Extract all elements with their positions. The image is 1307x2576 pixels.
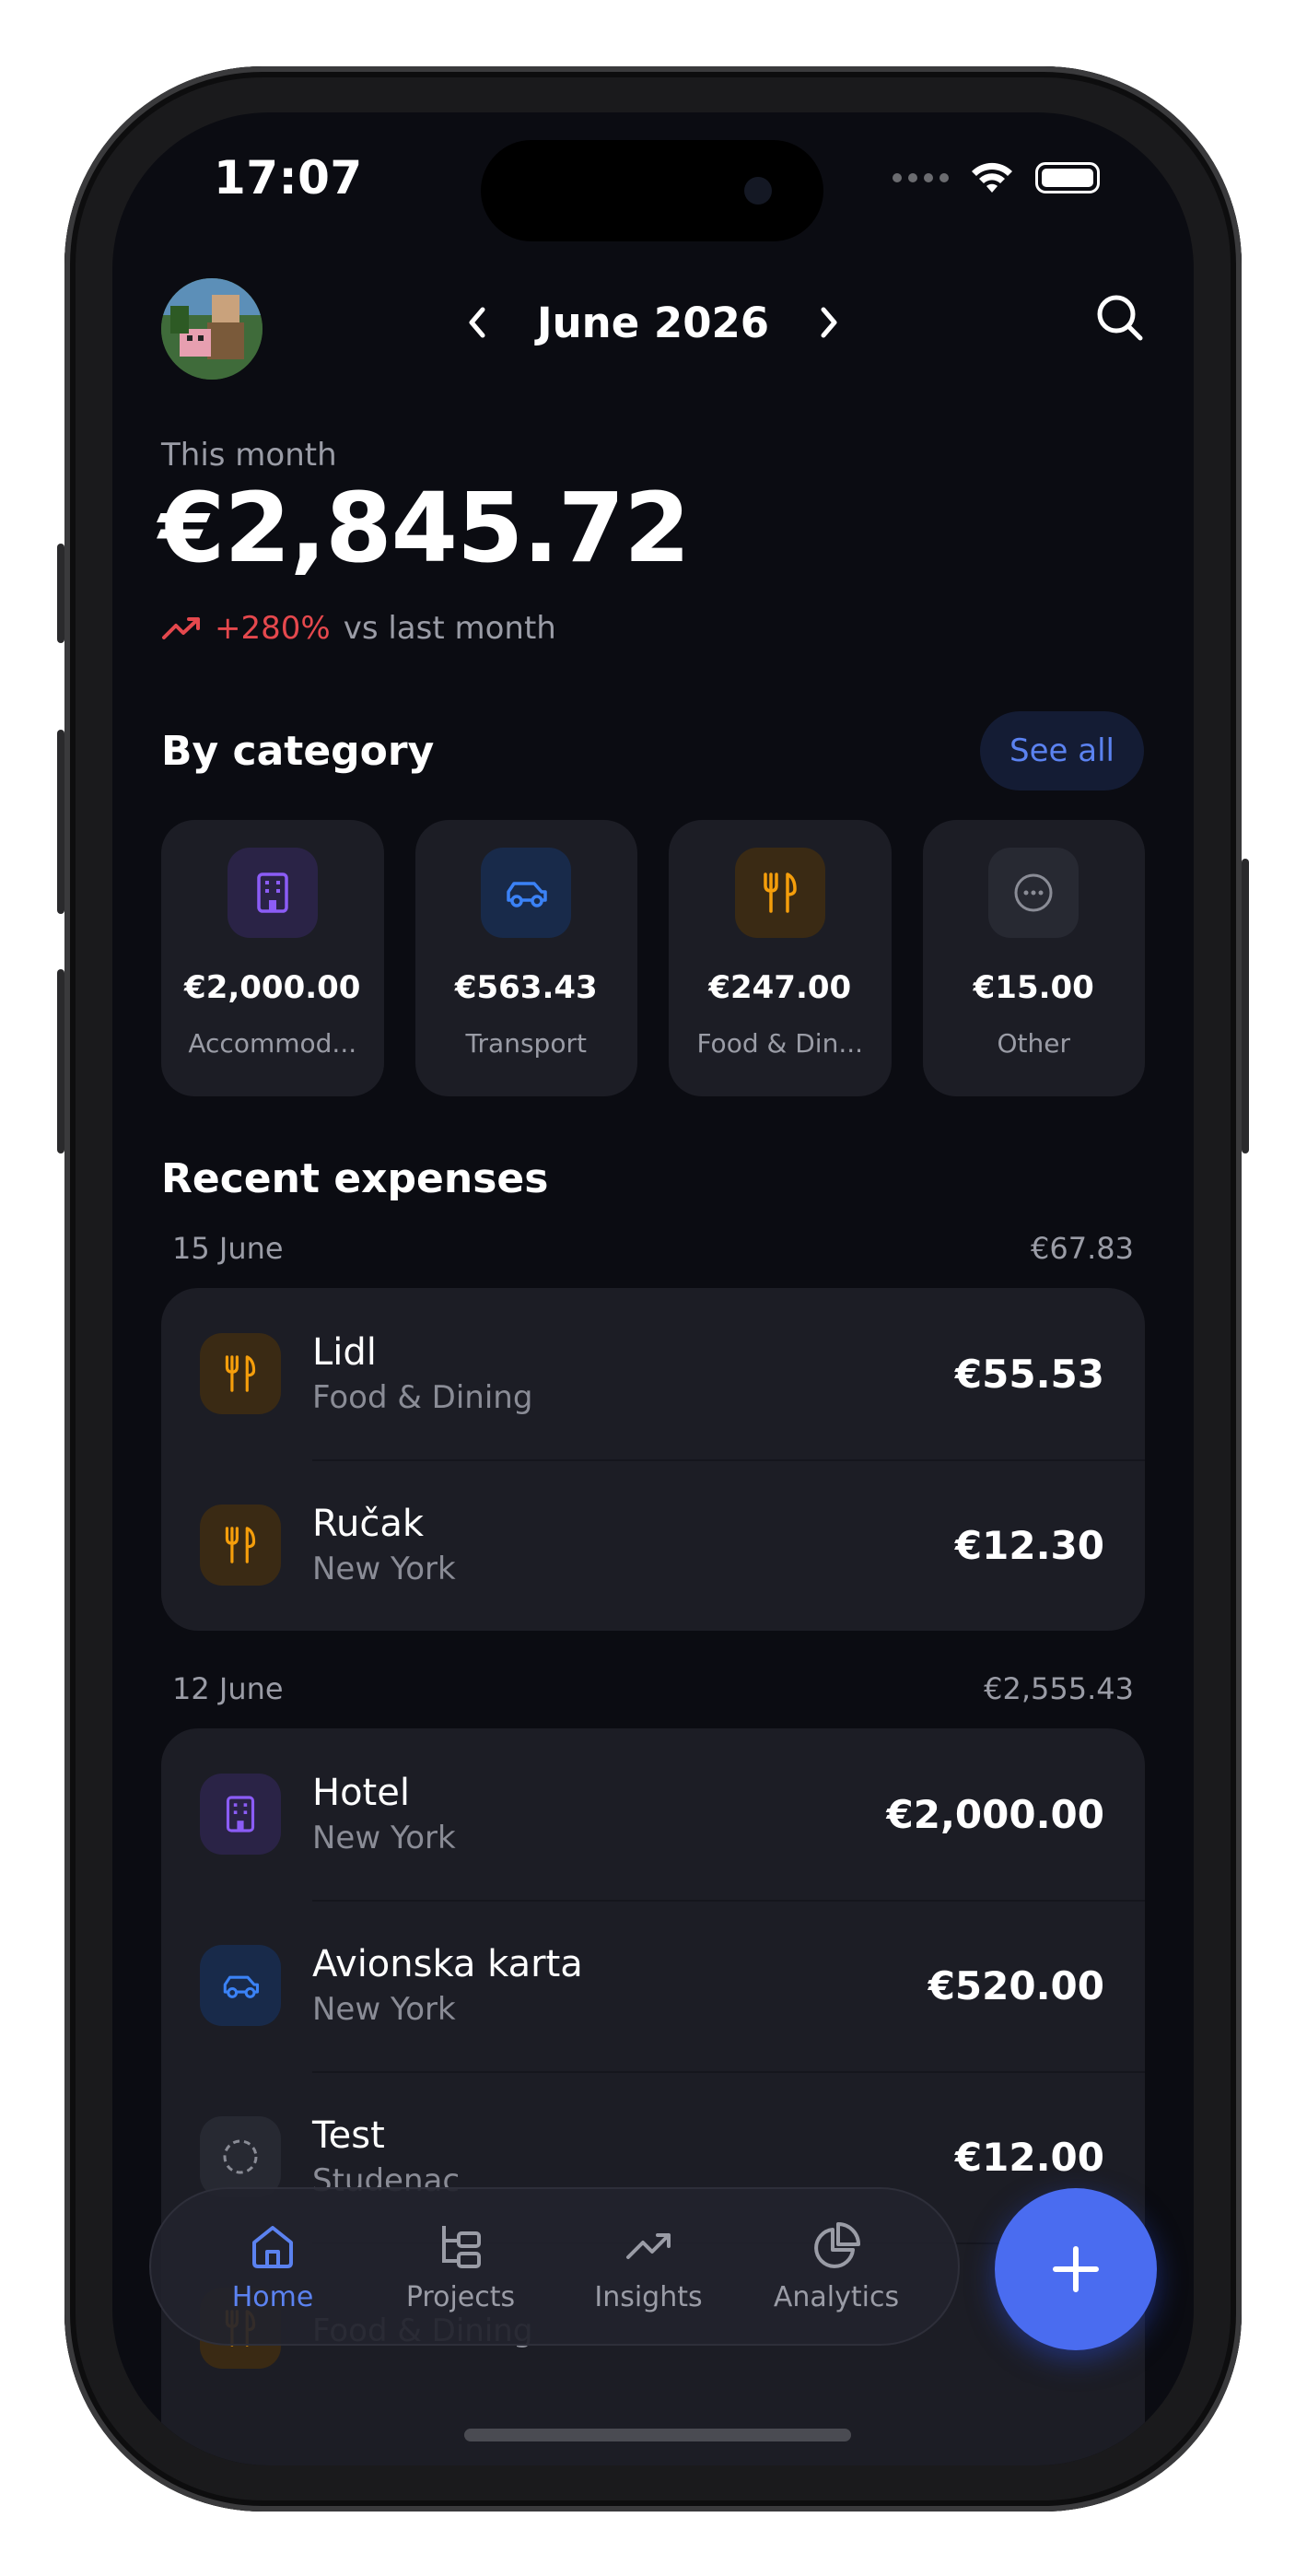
expense-amount: €520.00 — [928, 1962, 1104, 2008]
expense-title: Ručak — [312, 1503, 425, 1545]
dashed-circle-icon — [200, 2116, 281, 2197]
expense-amount: €55.53 — [954, 1351, 1104, 1397]
trending-up-icon — [162, 617, 200, 639]
battery-icon — [1035, 162, 1100, 193]
category-amount: €247.00 — [708, 969, 852, 1006]
category-label: Other — [997, 1028, 1070, 1059]
category-amount: €563.43 — [454, 969, 598, 1006]
recent-section-title: Recent expenses — [161, 1155, 549, 1202]
volume-down-button — [57, 969, 64, 1153]
trend-percent: +280% — [215, 610, 331, 647]
power-button — [1242, 859, 1249, 1153]
expense-amount: €2,000.00 — [886, 1791, 1104, 1837]
expense-subtitle: New York — [312, 1820, 456, 1856]
see-all-button[interactable]: See all — [980, 711, 1144, 790]
plus-icon — [1053, 2246, 1099, 2292]
category-card-transport[interactable]: €563.43 Transport — [414, 820, 637, 1096]
expense-title: Avionska karta — [312, 1943, 583, 1985]
search-button[interactable] — [1094, 292, 1146, 344]
category-card-food[interactable]: €247.00 Food & Din... — [669, 820, 892, 1096]
status-time: 17:07 — [214, 151, 363, 205]
tab-label: Insights — [594, 2280, 703, 2313]
fork-knife-icon — [200, 1505, 281, 1586]
status-icons — [893, 160, 1100, 195]
building-icon — [200, 1774, 281, 1855]
day-total: €67.83 — [1031, 1231, 1134, 1266]
phone-frame: 17:07 June 2026 This month €2,845.72 +28… — [57, 66, 1249, 2512]
chevron-left-icon — [469, 307, 485, 338]
tab-label: Analytics — [773, 2280, 900, 2313]
day-date: 12 June — [172, 1671, 284, 1706]
expense-text: Hotel New York — [312, 1772, 887, 1856]
fork-knife-icon — [734, 848, 825, 938]
trend-note: vs last month — [343, 610, 556, 647]
day-total: €2,555.43 — [984, 1671, 1134, 1706]
dynamic-island — [481, 140, 823, 241]
tab-insights[interactable]: Insights — [561, 2220, 736, 2313]
month-title[interactable]: June 2026 — [537, 299, 769, 347]
tab-label: Projects — [405, 2280, 516, 2313]
expense-text: Ručak New York — [312, 1503, 955, 1587]
expense-text: Lidl Food & Dining — [312, 1331, 955, 1416]
volume-up-button — [57, 730, 64, 914]
category-section-title: By category — [161, 728, 435, 775]
expense-amount: €12.00 — [954, 2134, 1104, 2180]
day-header: 15 June €67.83 — [172, 1231, 1134, 1266]
expense-title: Lidl — [312, 1331, 377, 1374]
expense-group-card: Lidl Food & Dining €55.53 Ručak New York… — [161, 1288, 1145, 1631]
trend-row: +280% vs last month — [161, 610, 556, 647]
expense-subtitle: New York — [312, 1551, 456, 1587]
expense-subtitle: New York — [312, 1991, 456, 2028]
folder-tree-icon — [442, 2225, 481, 2268]
tab-home[interactable]: Home — [185, 2220, 360, 2313]
expense-title: Test — [312, 2114, 385, 2157]
month-navigator: June 2026 — [112, 297, 1194, 348]
day-header: 12 June €2,555.43 — [172, 1671, 1134, 1706]
summary-label: This month — [161, 437, 337, 474]
signal-icon — [893, 173, 949, 182]
building-icon — [227, 848, 318, 938]
app-screen: 17:07 June 2026 This month €2,845.72 +28… — [112, 112, 1194, 2465]
category-label: Transport — [465, 1028, 587, 1059]
category-card-other[interactable]: €15.00 Other — [922, 820, 1145, 1096]
action-button — [57, 544, 64, 643]
search-icon — [1097, 295, 1143, 341]
category-card-accommodation[interactable]: €2,000.00 Accommod... — [161, 820, 384, 1096]
home-indicator — [464, 2429, 851, 2441]
pie-chart-icon — [814, 2221, 860, 2268]
month-total: €2,845.72 — [158, 472, 691, 584]
tab-label: Home — [231, 2280, 314, 2313]
expense-item[interactable]: Avionska karta New York €520.00 — [161, 1900, 1145, 2071]
tab-projects[interactable]: Projects — [373, 2220, 548, 2313]
category-amount: €15.00 — [973, 969, 1094, 1006]
car-icon — [481, 848, 572, 938]
trending-up-icon — [626, 2232, 671, 2259]
expense-item[interactable]: Ručak New York €12.30 — [161, 1459, 1145, 1631]
tab-analytics[interactable]: Analytics — [749, 2220, 924, 2313]
expense-text: Avionska karta New York — [312, 1943, 928, 2028]
chevron-right-icon — [821, 307, 837, 338]
previous-month-button[interactable] — [452, 297, 504, 348]
category-label: Food & Din... — [696, 1028, 864, 1059]
add-expense-button[interactable] — [995, 2188, 1157, 2350]
category-cards: €2,000.00 Accommod... €563.43 Transport … — [161, 820, 1145, 1096]
expense-subtitle: Food & Dining — [312, 1379, 533, 1416]
home-icon — [252, 2225, 293, 2268]
next-month-button[interactable] — [802, 297, 854, 348]
expense-item[interactable]: Hotel New York €2,000.00 — [161, 1728, 1145, 1900]
expense-item[interactable]: Lidl Food & Dining €55.53 — [161, 1288, 1145, 1459]
front-camera — [744, 177, 772, 205]
expense-title: Hotel — [312, 1772, 410, 1814]
category-label: Accommod... — [188, 1028, 357, 1059]
more-icon — [988, 848, 1079, 938]
expense-amount: €12.30 — [954, 1522, 1104, 1568]
fork-knife-icon — [200, 1333, 281, 1414]
car-icon — [200, 1945, 281, 2026]
day-date: 15 June — [172, 1231, 284, 1266]
tab-bar: Home Projects Insights Analytics — [149, 2187, 960, 2346]
expense-group-card: Hotel New York €2,000.00 Avionska karta … — [161, 1728, 1145, 2465]
category-amount: €2,000.00 — [184, 969, 361, 1006]
wifi-icon — [972, 162, 1012, 193]
